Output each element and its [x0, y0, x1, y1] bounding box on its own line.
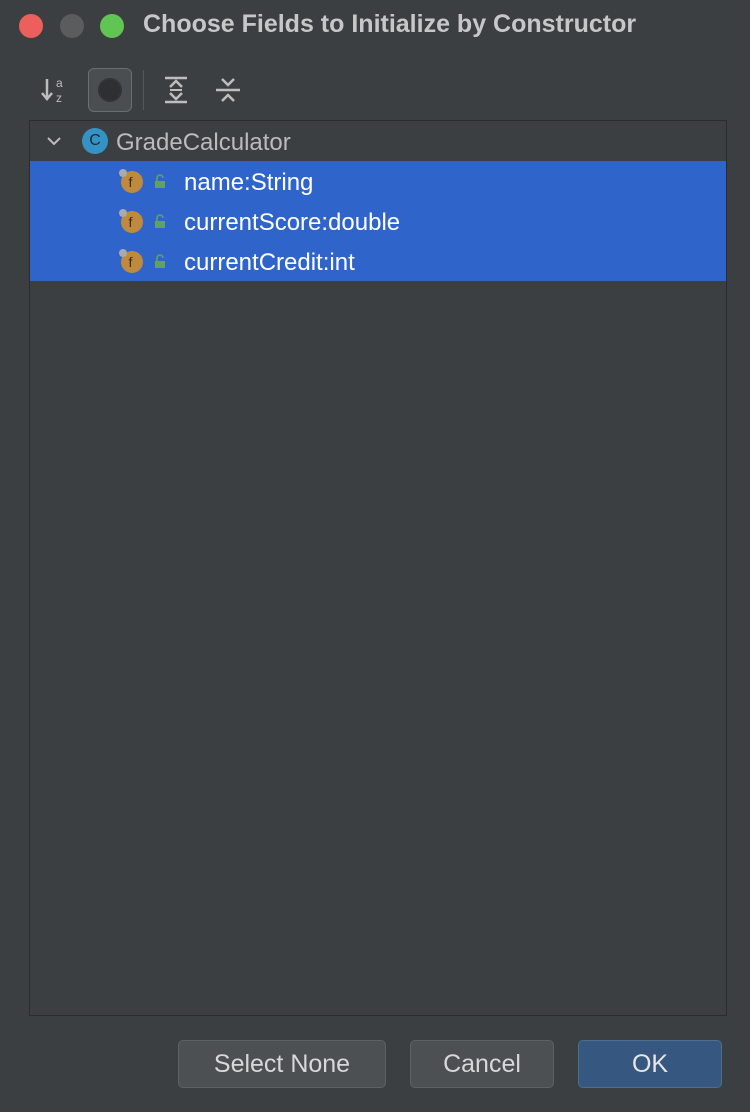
field-icon: f: [119, 249, 143, 273]
maximize-window-button[interactable]: [100, 14, 124, 38]
close-window-button[interactable]: [19, 14, 43, 38]
collapse-all-button[interactable]: [206, 68, 250, 112]
show-classes-icon: [98, 78, 122, 102]
svg-text:f: f: [129, 174, 133, 190]
lock-open-icon: [155, 214, 165, 228]
title-bar[interactable]: Choose Fields to Initialize by Construct…: [0, 0, 750, 52]
collapse-all-icon: [216, 78, 240, 102]
field-label: currentCredit:int: [184, 249, 355, 276]
field-icon: f: [119, 209, 143, 233]
expand-all-button[interactable]: [154, 68, 198, 112]
tree-row-field[interactable]: f currentCredit:int: [30, 241, 726, 281]
class-name-label: GradeCalculator: [116, 129, 291, 156]
svg-text:a: a: [56, 76, 63, 90]
chevron-down-icon[interactable]: [44, 131, 64, 151]
fields-tree[interactable]: C GradeCalculator f name:String f curren…: [29, 120, 727, 1016]
class-icon: C: [82, 128, 108, 154]
lock-open-icon: [155, 174, 165, 188]
cancel-button[interactable]: Cancel: [410, 1040, 554, 1088]
toolbar: a z: [30, 66, 730, 114]
lock-open-icon: [155, 254, 165, 268]
tree-row-field[interactable]: f currentScore:double: [30, 201, 726, 241]
ok-button[interactable]: OK: [578, 1040, 722, 1088]
window-title: Choose Fields to Initialize by Construct…: [143, 10, 637, 38]
tree-row-field[interactable]: f name:String: [30, 161, 726, 201]
minimize-window-button[interactable]: [60, 14, 84, 38]
sort-alphabetically-icon: a z: [41, 76, 63, 105]
field-label: currentScore:double: [184, 209, 401, 236]
dialog-window: Choose Fields to Initialize by Construct…: [0, 0, 750, 1112]
sort-alphabetically-button[interactable]: a z: [34, 68, 78, 112]
select-none-button[interactable]: Select None: [178, 1040, 386, 1088]
show-classes-toggle[interactable]: [88, 68, 132, 112]
expand-all-icon: [165, 76, 187, 104]
field-label: name:String: [184, 169, 314, 196]
toolbar-separator: [143, 70, 144, 110]
svg-text:f: f: [129, 254, 133, 270]
tree-row-class[interactable]: C GradeCalculator: [30, 121, 726, 161]
svg-text:f: f: [129, 214, 133, 230]
field-icon: f: [119, 169, 143, 193]
svg-text:z: z: [56, 91, 62, 105]
